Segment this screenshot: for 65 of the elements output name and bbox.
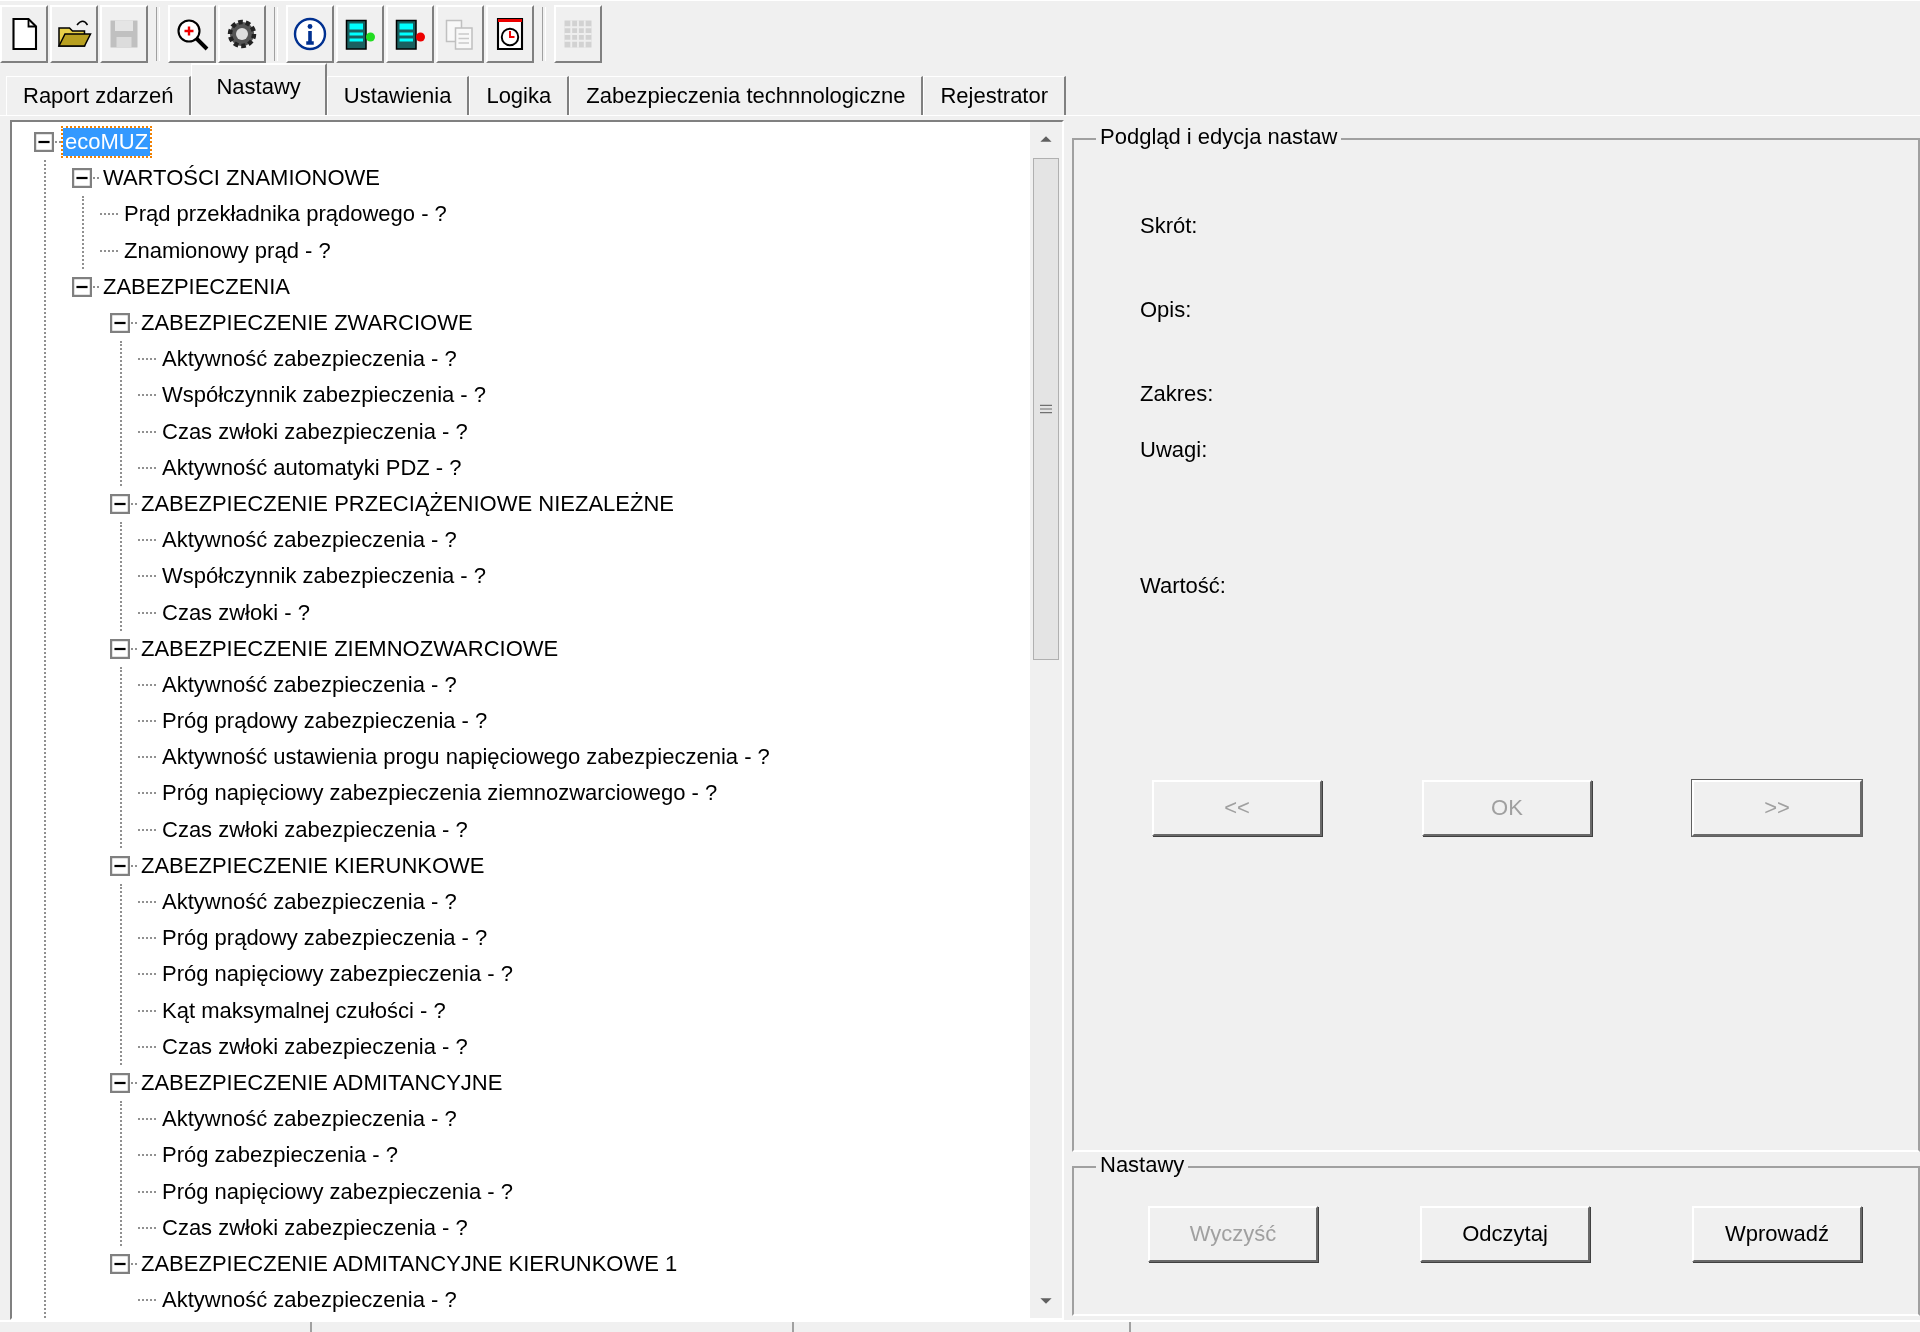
tree-item[interactable]: Kąt maksymalnej czułości - ? (160, 996, 448, 1025)
tree-item[interactable]: WARTOŚCI ZNAMIONOWE (101, 164, 383, 193)
tree-item[interactable]: Aktywność zabezpieczenia - ? (160, 888, 459, 917)
tree-item[interactable]: Aktywność zabezpieczenia - ? (160, 345, 459, 374)
toolbar-button[interactable] (286, 5, 334, 63)
button[interactable]: Wprowadź (1692, 1206, 1862, 1262)
tree-item[interactable]: Próg zabezpieczenia - ? (160, 1141, 401, 1170)
collapse-icon[interactable] (72, 168, 92, 189)
tree-item[interactable]: Próg napięciowy zabezpieczenia ziemnozwarciowego - ? (160, 779, 720, 808)
tree-item[interactable]: Aktywność automatyki PDZ - ? (160, 453, 464, 482)
tree-item[interactable]: Czas zwłoki zabezpieczenia - ? (160, 417, 470, 446)
collapse-icon[interactable] (110, 1072, 130, 1093)
toolbar-button[interactable] (386, 5, 434, 63)
tree-item[interactable]: Aktywność zabezpieczenia - ? (160, 526, 459, 555)
tree-item[interactable]: Czas zwłoki zabezpieczenia - ? (160, 1032, 470, 1061)
tree-item[interactable]: Aktywność zabezpieczenia - ? (160, 1105, 459, 1134)
field-label: Uwagi: (1140, 436, 1209, 464)
button[interactable]: Odczytaj (1420, 1206, 1590, 1262)
collapse-icon[interactable] (34, 132, 54, 153)
tab[interactable]: Rejestrator (923, 76, 1067, 115)
tab[interactable]: Ustawienia (326, 76, 470, 115)
tree-item[interactable]: Aktywność zabezpieczenia - ? (160, 1286, 459, 1315)
tree-item[interactable]: ZABEZPIECZENIE KIERUNKOWE (139, 851, 487, 880)
tab[interactable]: Logika (469, 76, 570, 115)
field-label: Zakres: (1140, 380, 1215, 408)
tree-item[interactable]: Czas zwłoki - ? (160, 598, 312, 627)
field-label: Wartość: (1140, 572, 1227, 600)
tree-item[interactable]: Współczynnik zabezpieczenia - ? (160, 381, 489, 410)
tree-item[interactable]: Aktywność zabezpieczenia - ? (160, 670, 459, 699)
toolbar-button[interactable] (50, 5, 98, 63)
tree-item[interactable]: Czas zwłoki zabezpieczenia - ? (160, 1213, 470, 1242)
tree-item[interactable]: ZABEZPIECZENIE ZIEMNOZWARCIOWE (139, 634, 561, 663)
tree-item[interactable]: ZABEZPIECZENIA (101, 272, 293, 301)
collapse-icon[interactable] (72, 276, 92, 297)
tree-item[interactable]: Znamionowy prąd - ? (122, 236, 333, 265)
tree-item[interactable]: Aktywność ustawienia progu napięciowego zabezpieczenia - ? (160, 743, 772, 772)
field-label: Skrót: (1140, 212, 1199, 240)
tree-item[interactable]: Próg napięciowy zabezpieczenia - ? (160, 960, 515, 989)
tree-item[interactable]: Prąd przekładnika prądowego - ? (122, 200, 449, 229)
tree-item[interactable]: Próg prądowy zabezpieczenia - ? (160, 707, 490, 736)
tree-item[interactable]: Współczynnik zabezpieczenia - ? (160, 562, 489, 591)
tree-item[interactable]: ZABEZPIECZENIE ADMITANCYJNE (139, 1068, 505, 1097)
collapse-icon[interactable] (110, 493, 130, 514)
tree-item[interactable]: Czas zwłoki zabezpieczenia - ? (160, 815, 470, 844)
collapse-icon[interactable] (110, 313, 130, 334)
collapse-icon[interactable] (110, 855, 130, 876)
collapse-icon[interactable] (110, 1253, 130, 1274)
toolbar-button[interactable] (168, 5, 216, 63)
tree-item[interactable]: Próg napięciowy zabezpieczenia - ? (160, 1177, 515, 1206)
collapse-icon[interactable] (110, 638, 130, 659)
info-icon (292, 16, 328, 52)
toolbar-button[interactable] (486, 5, 534, 63)
scrollbar-thumb[interactable] (1033, 158, 1059, 660)
toolbar-button[interactable] (336, 5, 384, 63)
toolbar-button[interactable] (0, 5, 48, 63)
tab[interactable]: Zabezpieczenia technnologiczne (569, 76, 924, 115)
tree-item[interactable]: ZABEZPIECZENIE ADMITANCYJNE KIERUNKOWE 1 (139, 1249, 680, 1278)
scrollbar[interactable] (1030, 122, 1062, 1318)
tree-item[interactable]: ZABEZPIECZENIE PRZECIĄŻENIOWE NIEZALEŻNE (139, 489, 676, 518)
tree-item[interactable]: ZABEZPIECZENIE ZWARCIOWE (139, 309, 475, 338)
field-label: Opis: (1140, 296, 1193, 324)
toolbar-button[interactable] (218, 5, 266, 63)
zoom-icon (174, 16, 210, 52)
tree-item[interactable]: Próg prądowy zabezpieczenia - ? (160, 924, 490, 953)
tab[interactable]: Nastawy (191, 63, 327, 115)
